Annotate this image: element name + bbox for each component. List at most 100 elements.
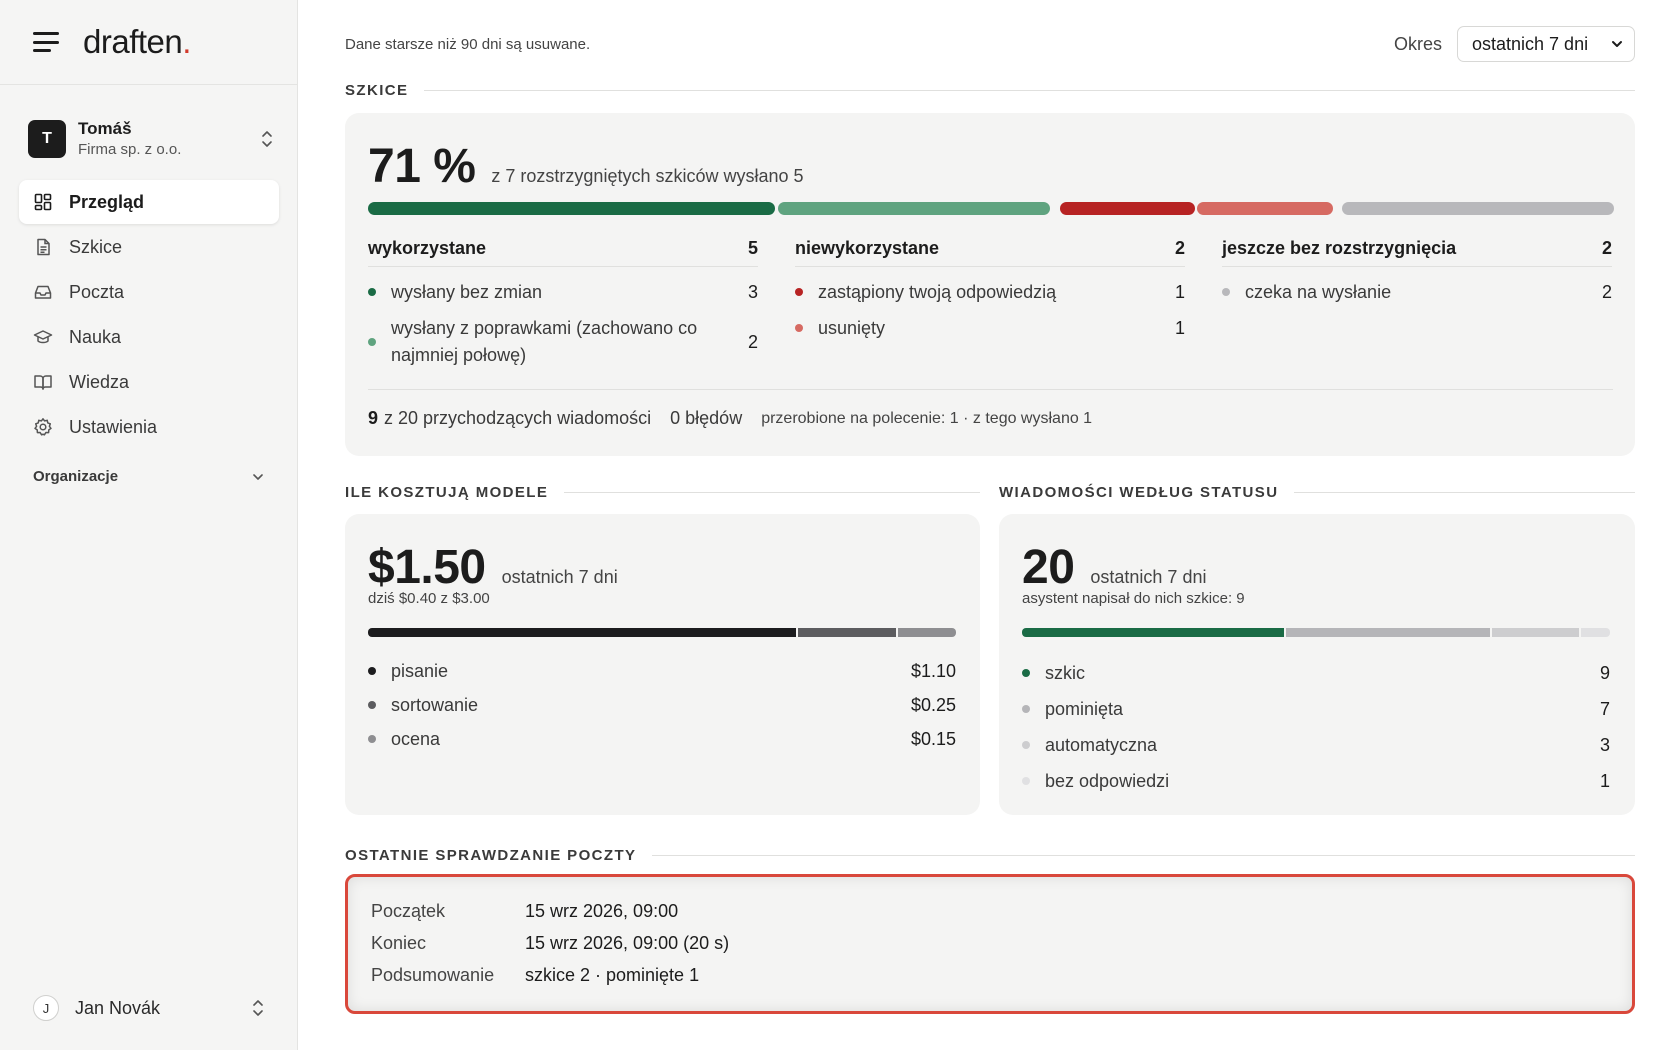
sidebar-item-poczta[interactable]: Poczta	[19, 270, 279, 314]
drafts-card: 71 % z 7 rozstrzygniętych szkiców wysłan…	[345, 113, 1635, 456]
status-dot	[368, 701, 376, 709]
msg-row-draft: szkic 9	[1022, 656, 1610, 690]
pending-title: jeszcze bez rozstrzygnięcia	[1222, 238, 1457, 258]
user-menu[interactable]: J Jan Novák	[33, 993, 265, 1023]
row-label: bez odpowiedzi	[1045, 770, 1170, 791]
check-row-start: Początek 15 wrz 2026, 09:00	[371, 901, 678, 922]
bar-pending	[1342, 202, 1614, 215]
grid-icon	[33, 192, 53, 212]
status-dot	[1022, 705, 1030, 713]
sidebar-item-label: Wiedza	[69, 371, 130, 392]
bar-used-edited	[778, 202, 1050, 215]
sidebar-item-ustawienia[interactable]: Ustawienia	[19, 405, 279, 449]
menu-icon[interactable]	[33, 32, 59, 52]
errors-count: 0 błędów	[670, 408, 743, 428]
period-value: ostatnich 7 dni	[1472, 33, 1589, 54]
row-label: pisanie	[391, 660, 449, 681]
brand-dot: .	[182, 23, 191, 60]
unused-title: niewykorzystane	[795, 238, 940, 258]
sidebar-item-label: Nauka	[69, 326, 122, 347]
messages-period: ostatnich 7 dni	[1090, 567, 1207, 587]
brand-logo[interactable]: draften.	[83, 23, 191, 61]
section-title-costs: ILE KOSZTUJĄ MODELE	[345, 484, 980, 501]
gear-icon	[33, 417, 53, 437]
costs-period: ostatnich 7 dni	[501, 567, 618, 587]
section-title-text: SZKICE	[345, 82, 409, 99]
costs-headline: $1.50 ostatnich 7 dni	[368, 540, 618, 595]
unused-header: niewykorzystane 2	[795, 235, 1185, 267]
pending-header: jeszcze bez rozstrzygnięcia 2	[1222, 235, 1612, 267]
row-label: pominięta	[1045, 698, 1124, 719]
unused-row-replaced: zastąpiony twoją odpowiedzią 1	[795, 269, 1185, 315]
period-select[interactable]: ostatnich 7 dni	[1457, 26, 1635, 62]
status-dot	[795, 324, 803, 332]
check-value: szkice 2 · pominięte 1	[525, 965, 700, 985]
status-dot	[368, 667, 376, 675]
sidebar-item-label: Przegląd	[69, 191, 145, 212]
incoming-text: z 20 przychodzących wiadomości	[384, 408, 652, 428]
status-dot	[368, 735, 376, 743]
sidebar-item-szkice[interactable]: Szkice	[19, 225, 279, 269]
chevron-down-icon	[253, 473, 263, 480]
retention-note: Dane starsze niż 90 dni są usuwane.	[345, 35, 591, 53]
sidebar-item-nauka[interactable]: Nauka	[19, 315, 279, 359]
sidebar-item-wiedza[interactable]: Wiedza	[19, 360, 279, 404]
check-value: 15 wrz 2026, 09:00 (20 s)	[525, 933, 730, 953]
sidebar-item-label: Poczta	[69, 281, 125, 302]
bar-deleted	[1197, 202, 1333, 215]
chevron-down-icon	[1612, 41, 1622, 47]
messages-headline: 20 ostatnich 7 dni	[1022, 540, 1206, 595]
messages-bar	[1022, 628, 1610, 637]
drafts-summary: z 7 rozstrzygniętych szkiców wysłano 5	[491, 166, 804, 186]
row-value: 2	[747, 331, 758, 352]
period-filter: Okres ostatnich 7 dni	[1394, 26, 1635, 62]
costs-today: dziś $0.40 z $3.00	[368, 590, 490, 607]
row-value: 9	[1599, 662, 1610, 683]
pending-total: 2	[1601, 238, 1612, 258]
book-icon	[33, 372, 53, 392]
section-title-last-check: OSTATNIE SPRAWDZANIE POCZTY	[345, 847, 1635, 864]
account-switcher[interactable]: T Tomáš Firma sp. z o.o.	[28, 118, 276, 160]
logo-bar: draften.	[0, 0, 297, 85]
period-label: Okres	[1393, 33, 1442, 54]
cost-bar-sorting	[796, 628, 896, 637]
costs-total: $1.50	[368, 541, 486, 594]
unused-total: 2	[1174, 238, 1185, 258]
organizations-toggle[interactable]: Organizacje	[33, 468, 265, 485]
msg-row-skipped: pominięta 7	[1022, 692, 1610, 726]
msg-bar-no-reply	[1578, 628, 1610, 637]
account-avatar: T	[28, 120, 66, 158]
drafts-pending-column: jeszcze bez rozstrzygnięcia 2 czeka na w…	[1222, 235, 1612, 315]
cost-bar-writing	[368, 628, 797, 637]
row-value: 1	[1599, 770, 1610, 791]
unused-row-deleted: usunięty 1	[795, 315, 1185, 341]
msg-bar-automatic	[1489, 628, 1579, 637]
user-avatar: J	[33, 995, 59, 1021]
row-value: 1	[1174, 317, 1185, 338]
check-value: 15 wrz 2026, 09:00	[525, 901, 679, 921]
sidebar-item-przeglad[interactable]: Przegląd	[19, 180, 279, 224]
check-key: Podsumowanie	[371, 965, 495, 985]
rework-note: przerobione na polecenie: 1 · z tego wys…	[761, 409, 1093, 427]
main-content: Dane starsze niż 90 dni są usuwane. Okre…	[345, 0, 1635, 1050]
sidebar-item-label: Szkice	[69, 236, 123, 257]
used-title: wykorzystane	[368, 238, 487, 258]
status-dot	[1022, 669, 1030, 677]
cost-row-writing: pisanie $1.10	[368, 656, 956, 686]
section-title-text: WIADOMOŚCI WEDŁUG STATUSU	[999, 484, 1279, 501]
check-key: Początek	[371, 901, 446, 921]
used-header: wykorzystane 5	[368, 235, 758, 267]
row-label: wysłany bez zmian	[391, 281, 543, 302]
msg-row-automatic: automatyczna 3	[1022, 728, 1610, 762]
row-label: usunięty	[818, 317, 886, 338]
messages-total: 20	[1022, 541, 1075, 594]
check-row-end: Koniec 15 wrz 2026, 09:00 (20 s)	[371, 933, 729, 954]
sidebar-nav: Przegląd Szkice Poczta Nauka Wiedza Usta…	[19, 180, 279, 450]
pending-row-waiting: czeka na wysłanie 2	[1222, 269, 1612, 315]
row-label: szkic	[1045, 662, 1085, 683]
msg-bar-skipped	[1283, 628, 1490, 637]
row-label: wysłany z poprawkami (zachowano co najmn…	[391, 318, 698, 365]
msg-bar-draft	[1022, 628, 1284, 637]
used-row-edited: wysłany z poprawkami (zachowano co najmn…	[368, 315, 758, 369]
drafts-percent: 71 %	[368, 140, 476, 193]
